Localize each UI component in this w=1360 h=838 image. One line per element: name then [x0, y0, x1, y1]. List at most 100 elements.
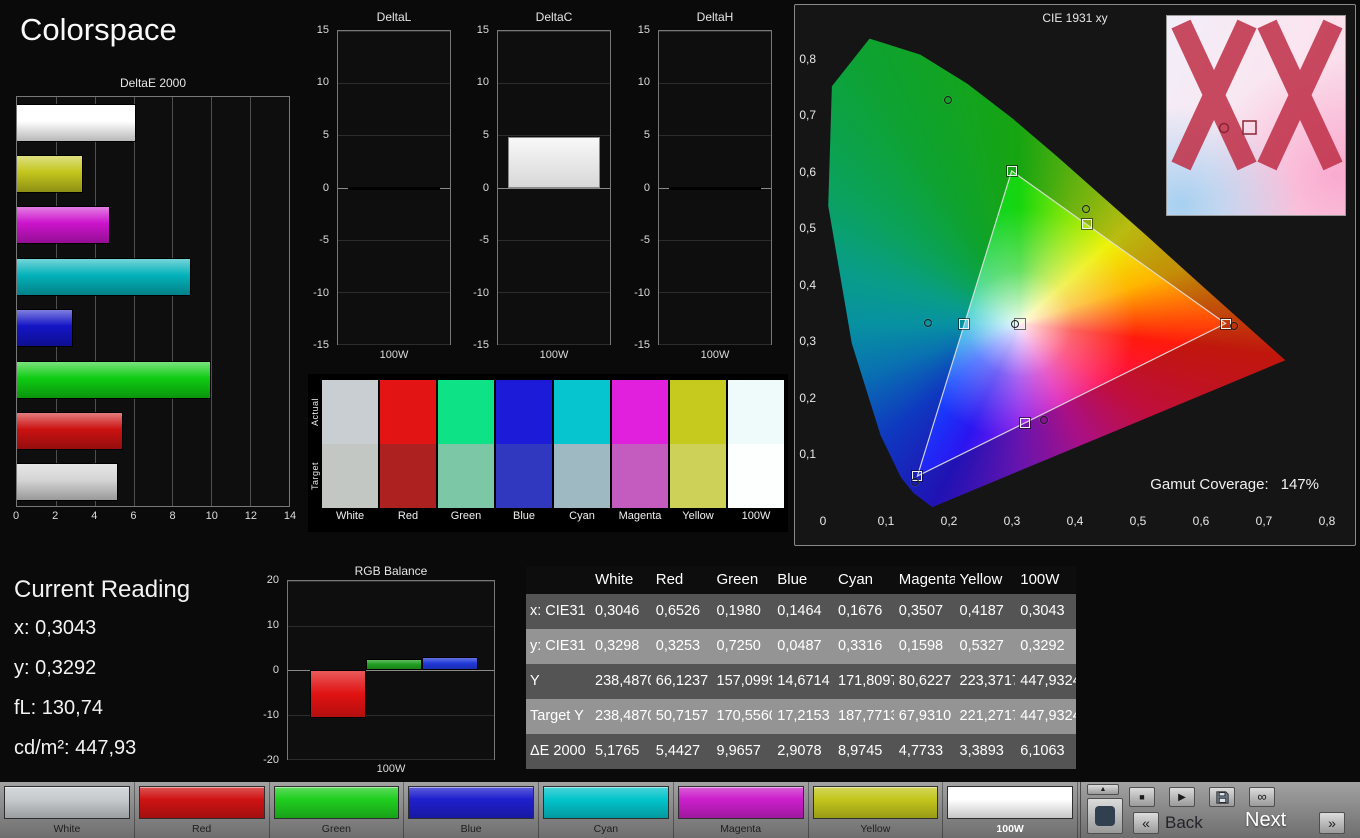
reading-y: y: 0,3292 — [14, 648, 274, 688]
patch-button-magenta[interactable] — [678, 786, 804, 819]
patch-cyan[interactable]: Cyan — [539, 782, 674, 838]
table-row-label: y: CIE31 — [526, 629, 590, 664]
back-label[interactable]: Back — [1165, 813, 1203, 833]
delta-gridline — [338, 240, 450, 241]
swatch-label: Yellow — [666, 510, 730, 522]
delta-gridline — [338, 344, 450, 345]
cie-y-tick: 0,1 — [797, 447, 816, 461]
delta-gridline — [338, 135, 450, 136]
table-cell: 14,6714 — [772, 664, 833, 699]
table-header-cell: 100W — [1015, 566, 1076, 594]
delta-gridline — [659, 292, 771, 293]
deltae-x-tick: 10 — [206, 510, 218, 522]
cie-x-tick: 0,2 — [941, 514, 958, 528]
swatch-col-100w: 100W — [728, 380, 784, 532]
swatch-row-label-actual: Actual — [309, 380, 321, 444]
deltac-title: DeltaC — [497, 10, 611, 24]
delta-y-tick: -5 — [631, 234, 650, 246]
save-button[interactable] — [1209, 787, 1235, 807]
cie-target-green — [1007, 166, 1017, 176]
delta-y-tick: 0 — [631, 182, 650, 194]
table-cell: 223,3717 — [955, 664, 1016, 699]
next-arrow-icon[interactable]: » — [1319, 812, 1345, 834]
deltal-plot — [337, 30, 451, 345]
delta-gridline — [659, 344, 771, 345]
delta-gridline — [659, 240, 771, 241]
table-row-label: Y — [526, 664, 590, 699]
pattern-window-button[interactable] — [1087, 798, 1123, 834]
play-icon[interactable]: ▶ — [1169, 787, 1195, 807]
table-cell: 2,9078 — [772, 734, 833, 769]
patch-magenta[interactable]: Magenta — [674, 782, 809, 838]
patch-yellow[interactable]: Yellow — [809, 782, 944, 838]
bottom-toolbar: WhiteRedGreenBlueCyanMagentaYellow100W ▲… — [0, 782, 1360, 838]
patch-label: Green — [270, 823, 404, 835]
reading-x: x: 0,3043 — [14, 608, 274, 648]
patch-button-yellow[interactable] — [813, 786, 939, 819]
delta-y-tick: 15 — [470, 24, 489, 36]
patch-button-blue[interactable] — [408, 786, 534, 819]
delta-gridline — [338, 31, 450, 32]
reading-fL: fL: 130,74 — [14, 688, 274, 728]
table-cell: 9,9657 — [712, 734, 773, 769]
swatch-col-blue: Blue — [496, 380, 552, 532]
cie-y-tick: 0,7 — [797, 108, 816, 122]
rgb-y-tick: -20 — [258, 754, 279, 766]
deltal-title: DeltaL — [337, 10, 451, 24]
swatch-target — [554, 444, 610, 508]
deltae-x-tick: 14 — [284, 510, 296, 522]
table-cell: 157,0999 — [712, 664, 773, 699]
patch-button-white[interactable] — [4, 786, 130, 819]
delta-y-tick: -5 — [310, 234, 329, 246]
patch-button-red[interactable] — [139, 786, 265, 819]
table-cell: 4,7733 — [894, 734, 955, 769]
table-cell: 171,8097 — [833, 664, 894, 699]
back-arrow-icon[interactable]: « — [1133, 812, 1159, 834]
patch-button-green[interactable] — [274, 786, 400, 819]
cie-x-tick: 0,5 — [1130, 514, 1147, 528]
swatch-columns: WhiteRedGreenBlueCyanMagentaYellow100W — [322, 374, 786, 532]
rgb-y-tick: -10 — [258, 709, 279, 721]
delta-bar-deltaH — [669, 187, 761, 190]
patch-blue[interactable]: Blue — [404, 782, 539, 838]
delta-y-tick: -15 — [470, 339, 489, 351]
patch-100w[interactable]: 100W — [943, 782, 1078, 838]
table-cell: 5,1765 — [590, 734, 651, 769]
reading-cdm: cd/m²: 447,93 — [14, 728, 274, 768]
swatch-target — [612, 444, 668, 508]
rgb-balance-title: RGB Balance — [287, 564, 495, 578]
patch-green[interactable]: Green — [270, 782, 405, 838]
patch-button-100w[interactable] — [947, 786, 1073, 819]
loop-icon[interactable]: ∞ — [1249, 787, 1275, 807]
deltah-chart: DeltaH 151050-5-10-15 100W — [631, 8, 776, 364]
deltae-gridline — [211, 97, 212, 506]
swatch-actual — [322, 380, 378, 444]
stop-icon[interactable]: ■ — [1129, 787, 1155, 807]
rgb-balance-plot — [287, 580, 495, 760]
table-header-cell — [526, 566, 590, 594]
delta-gridline — [659, 31, 771, 32]
table-row: y: CIE310,32980,32530,72500,04870,33160,… — [526, 629, 1076, 664]
deltae-gridline — [134, 97, 135, 506]
cie-x-axis: 00,10,20,30,40,50,60,70,8 — [823, 514, 1327, 528]
patch-white[interactable]: White — [0, 782, 135, 838]
cie-x-tick: 0 — [820, 514, 827, 528]
patch-label: Red — [135, 823, 269, 835]
patch-red[interactable]: Red — [135, 782, 270, 838]
patch-button-cyan[interactable] — [543, 786, 669, 819]
deltae-x-tick: 6 — [130, 510, 136, 522]
delta-y-tick: -15 — [310, 339, 329, 351]
scroll-up-icon[interactable]: ▲ — [1087, 784, 1119, 795]
delta-y-tick: -5 — [470, 234, 489, 246]
table-header-row: WhiteRedGreenBlueCyanMagentaYellow100W — [526, 566, 1076, 594]
table-cell: 447,9324 — [1015, 664, 1076, 699]
next-label[interactable]: Next — [1245, 809, 1286, 832]
deltah-plot — [658, 30, 772, 345]
deltae-bar-magenta — [17, 206, 110, 244]
transport-controls: ▲ ■ ▶ ∞ « Back Next » — [1080, 782, 1360, 838]
table-cell: 447,9324 — [1015, 699, 1076, 734]
deltae-bar-red — [17, 412, 123, 450]
table-header-cell: Magenta — [894, 566, 955, 594]
delta-y-tick: 5 — [310, 129, 329, 141]
table-cell: 0,4187 — [955, 594, 1016, 629]
